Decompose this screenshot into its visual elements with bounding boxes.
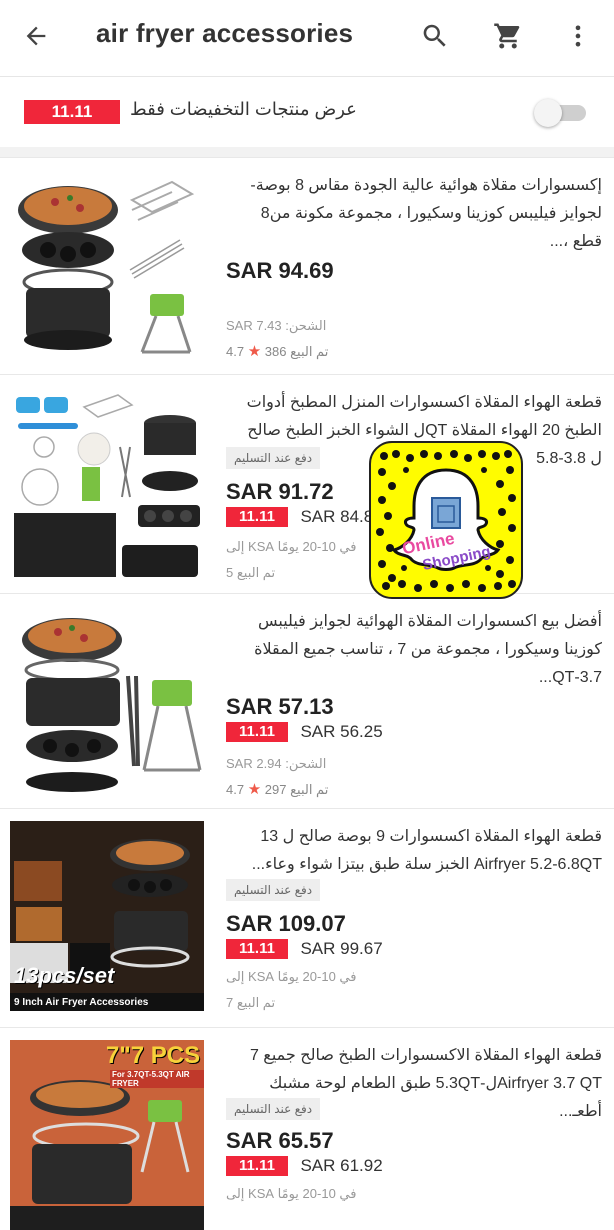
search-icon [423, 24, 446, 47]
product-price: SAR 57.13 [226, 694, 334, 719]
product-item[interactable]: أفضل بيع اكسسوارات المقلاة الهوائية لجوا… [0, 593, 614, 808]
delivery-estimate: في 10-20 يومًا KSA إلى [226, 969, 357, 984]
sold-count: تم البيع 5 [226, 565, 276, 580]
snapcode-sticker: Online Shopping [368, 440, 524, 600]
image-caption: 7"7 PCS [106, 1042, 201, 1069]
rating-value: 4.7 [226, 782, 245, 797]
product-item[interactable]: 13pcs/set 9 Inch Air Fryer Accessories ق… [0, 808, 614, 1027]
app-bar: air fryer accessories [0, 0, 614, 77]
product-price: SAR 109.07 [226, 911, 346, 936]
sale-price: SAR 84.8 [300, 507, 374, 526]
more-options-button[interactable] [556, 14, 600, 58]
toggle-knob [534, 99, 562, 127]
product-title[interactable]: أفضل بيع اكسسوارات المقلاة الهوائية لجوا… [232, 608, 602, 692]
sale-price: SAR 56.25 [300, 722, 383, 741]
sale-price-row: 11.11 SAR 61.92 [226, 1156, 383, 1178]
sale-filter-bar: 11.11 عرض منتجات التخفيضات فقط [0, 77, 614, 147]
star-icon: ★ [247, 781, 262, 798]
image-subcaption: 9 Inch Air Fryer Accessories [14, 997, 149, 1008]
product-image [10, 170, 204, 360]
sale-price-row: 11.11 SAR 84.8 [226, 507, 373, 529]
sold-count: تم البيع 7 [226, 995, 276, 1010]
sale-price-row: 11.11 SAR 99.67 [226, 939, 383, 961]
sale-11-11-badge: 11.11 [226, 722, 288, 742]
sold-count: تم البيع 297 [264, 782, 329, 797]
more-vertical-icon [575, 25, 581, 47]
product-item[interactable]: 7"7 PCS For 3.7QT-5.3QT AIR FRYER قطعة ا… [0, 1027, 614, 1230]
rating-sold: 4.7 ★ تم البيع 386 [226, 342, 328, 360]
sale-price: SAR 99.67 [300, 939, 383, 958]
product-image [10, 387, 204, 577]
cash-on-delivery-tag: دفع عند التسليم [226, 1098, 321, 1120]
shipping-cost: الشحن: SAR 2.94 [226, 756, 327, 771]
back-button[interactable] [14, 16, 58, 56]
product-item[interactable]: إكسسوارات مقلاة هوائية عالية الجودة مقاس… [0, 157, 614, 374]
back-arrow-icon [26, 26, 46, 46]
section-divider [0, 147, 614, 157]
product-title[interactable]: قطعة الهواء المقلاة اكسسوارات 9 بوصة صال… [232, 823, 602, 879]
sale-price: SAR 61.92 [300, 1156, 383, 1175]
rating-value: 4.7 [226, 344, 245, 359]
rating-sold: 4.7 ★ تم البيع 297 [226, 780, 328, 798]
cart-icon [494, 23, 520, 49]
product-price: SAR 65.57 [226, 1128, 334, 1153]
cash-on-delivery-tag: دفع عند التسليم [226, 879, 321, 901]
image-caption: 13pcs/set [14, 963, 115, 988]
sale-11-11-badge: 11.11 [226, 939, 288, 959]
product-image [10, 606, 204, 796]
sale-only-toggle[interactable] [534, 97, 588, 127]
cash-on-delivery-tag: دفع عند التسليم [226, 447, 321, 469]
search-query-title[interactable]: air fryer accessories [96, 18, 353, 49]
product-image: 7"7 PCS For 3.7QT-5.3QT AIR FRYER [10, 1040, 204, 1230]
search-button[interactable] [413, 14, 457, 58]
sold-count: تم البيع 386 [264, 344, 329, 359]
sale-11-11-badge: 11.11 [226, 1156, 288, 1176]
product-price: SAR 94.69 [226, 258, 334, 283]
sale-only-label: عرض منتجات التخفيضات فقط [130, 99, 357, 119]
sale-11-11-badge: 11.11 [24, 100, 120, 124]
product-title[interactable]: إكسسوارات مقلاة هوائية عالية الجودة مقاس… [232, 172, 602, 256]
image-subcaption: For 3.7QT-5.3QT AIR FRYER [110, 1070, 204, 1088]
product-image: 13pcs/set 9 Inch Air Fryer Accessories [10, 821, 204, 1011]
shipping-cost: الشحن: SAR 7.43 [226, 318, 327, 333]
cart-button[interactable] [486, 14, 530, 58]
sale-11-11-badge: 11.11 [226, 507, 288, 527]
sale-price-row: 11.11 SAR 56.25 [226, 722, 383, 744]
delivery-estimate: في 10-20 يومًا KSA إلى [226, 539, 357, 554]
star-icon: ★ [247, 343, 262, 360]
product-price: SAR 91.72 [226, 479, 334, 504]
